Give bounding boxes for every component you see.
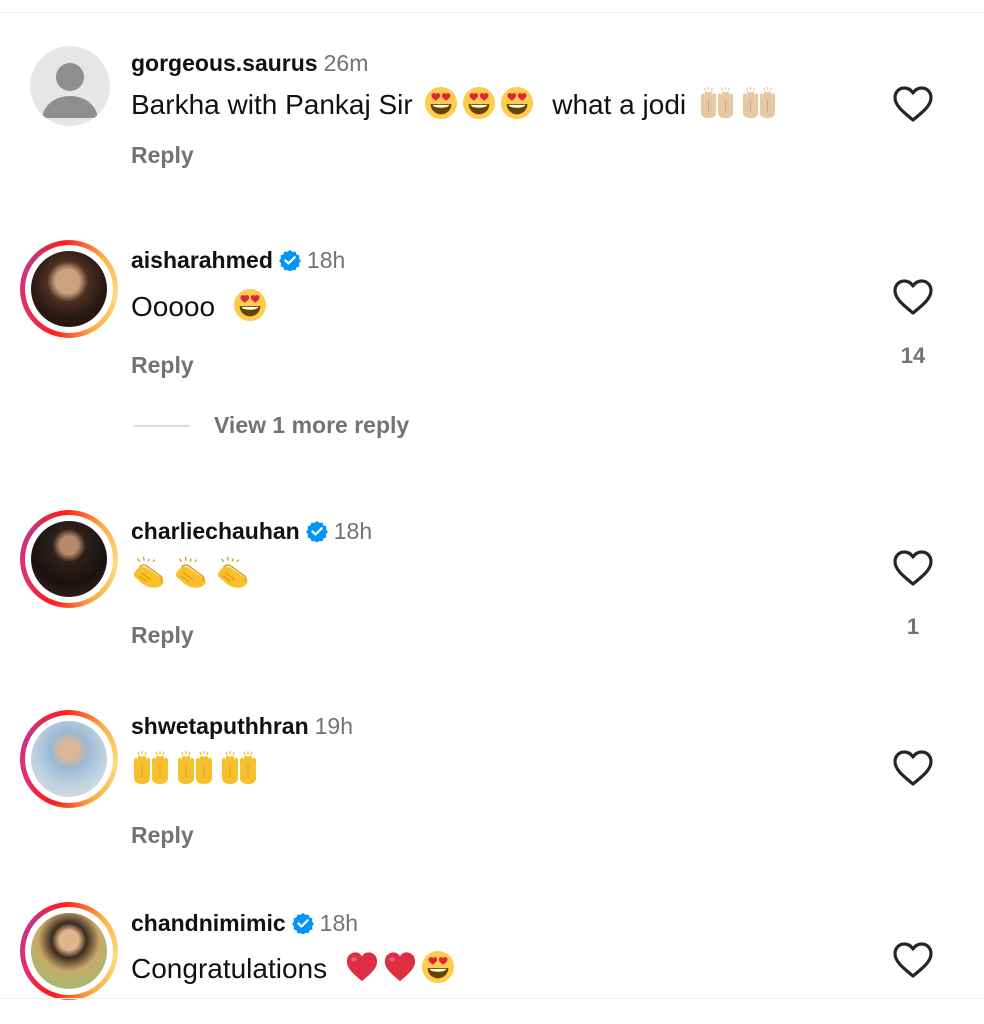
reply-button[interactable]: Reply bbox=[131, 622, 194, 649]
timestamp: 18h bbox=[319, 910, 359, 936]
reply-button[interactable]: Reply bbox=[131, 822, 194, 849]
like-heart-icon[interactable] bbox=[891, 277, 935, 317]
heart-eyes-emoji-icon bbox=[462, 86, 496, 120]
avatar-ring-inner bbox=[25, 515, 113, 603]
timestamp: 18h bbox=[306, 247, 346, 273]
raising-hands-emoji-icon bbox=[698, 86, 736, 120]
raising-hands-emoji-icon bbox=[131, 750, 171, 786]
thread-line bbox=[134, 425, 190, 427]
like-count[interactable]: 14 bbox=[880, 343, 946, 369]
clapping-hands-emoji-icon bbox=[215, 555, 253, 591]
raising-hands-emoji-icon bbox=[740, 86, 778, 120]
avatar-photo bbox=[31, 251, 107, 327]
comment-text-part: what a jodi bbox=[552, 89, 687, 120]
avatar-ring-inner bbox=[25, 245, 113, 333]
heart-eyes-emoji-icon bbox=[500, 86, 534, 120]
username[interactable]: aisharahmed bbox=[131, 247, 273, 273]
verified-badge-icon bbox=[279, 249, 301, 271]
heart-eyes-emoji-icon bbox=[233, 288, 267, 322]
comment-text-part: Ooooo bbox=[131, 291, 216, 322]
timestamp: 19h bbox=[314, 713, 353, 739]
avatar-photo bbox=[31, 721, 107, 797]
username[interactable]: gorgeous.saurus bbox=[131, 50, 318, 76]
comment-text-part: Barkha with Pankaj Sir bbox=[131, 89, 413, 120]
raising-hands-emoji-icon bbox=[219, 750, 259, 786]
story-avatar[interactable] bbox=[20, 710, 118, 808]
comment-header: charliechauhan 18h bbox=[131, 518, 372, 545]
reply-button[interactable]: Reply bbox=[131, 352, 194, 379]
bottom-divider bbox=[0, 998, 984, 999]
heart-eyes-emoji-icon bbox=[424, 86, 458, 120]
clapping-hands-emoji-icon bbox=[173, 555, 211, 591]
red-heart-emoji-icon bbox=[345, 950, 379, 984]
comment-header: gorgeous.saurus 26m bbox=[131, 50, 368, 77]
top-divider bbox=[0, 12, 984, 13]
story-avatar[interactable] bbox=[20, 240, 118, 338]
avatar-photo bbox=[31, 913, 107, 989]
like-heart-icon[interactable] bbox=[891, 84, 935, 124]
story-avatar[interactable] bbox=[20, 902, 118, 1000]
comment-header: shwetaputhhran 19h bbox=[131, 713, 353, 740]
avatar-ring-inner bbox=[25, 715, 113, 803]
avatar-ring-inner bbox=[25, 907, 113, 995]
username[interactable]: chandnimimic bbox=[131, 910, 286, 936]
comment-text: Congratulations bbox=[131, 950, 455, 985]
like-heart-icon[interactable] bbox=[891, 548, 935, 588]
comment-header: aisharahmed 18h bbox=[131, 247, 345, 274]
heart-eyes-emoji-icon bbox=[421, 950, 455, 984]
avatar-photo bbox=[31, 521, 107, 597]
comment-text: Barkha with Pankaj Sir what a jodi bbox=[131, 86, 778, 121]
like-heart-icon[interactable] bbox=[891, 940, 935, 980]
clapping-hands-emoji-icon bbox=[131, 555, 169, 591]
comment-text: Ooooo bbox=[131, 288, 267, 323]
like-count[interactable]: 1 bbox=[880, 614, 946, 640]
reply-button[interactable]: Reply bbox=[131, 142, 194, 169]
comment-text-part: Congratulations bbox=[131, 953, 328, 984]
username[interactable]: shwetaputhhran bbox=[131, 713, 309, 739]
comment-text bbox=[131, 750, 259, 787]
default-avatar[interactable] bbox=[30, 46, 110, 126]
view-more-replies-label[interactable]: View 1 more reply bbox=[214, 412, 409, 439]
comment-header: chandnimimic 18h bbox=[131, 910, 358, 937]
username[interactable]: charliechauhan bbox=[131, 518, 300, 544]
verified-badge-icon bbox=[306, 520, 328, 542]
comment-text bbox=[131, 555, 253, 592]
timestamp: 18h bbox=[333, 518, 373, 544]
timestamp: 26m bbox=[323, 50, 369, 76]
raising-hands-emoji-icon bbox=[175, 750, 215, 786]
red-heart-emoji-icon bbox=[383, 950, 417, 984]
verified-badge-icon bbox=[292, 912, 314, 934]
story-avatar[interactable] bbox=[20, 510, 118, 608]
user-silhouette-icon bbox=[42, 63, 98, 118]
like-heart-icon[interactable] bbox=[891, 748, 935, 788]
